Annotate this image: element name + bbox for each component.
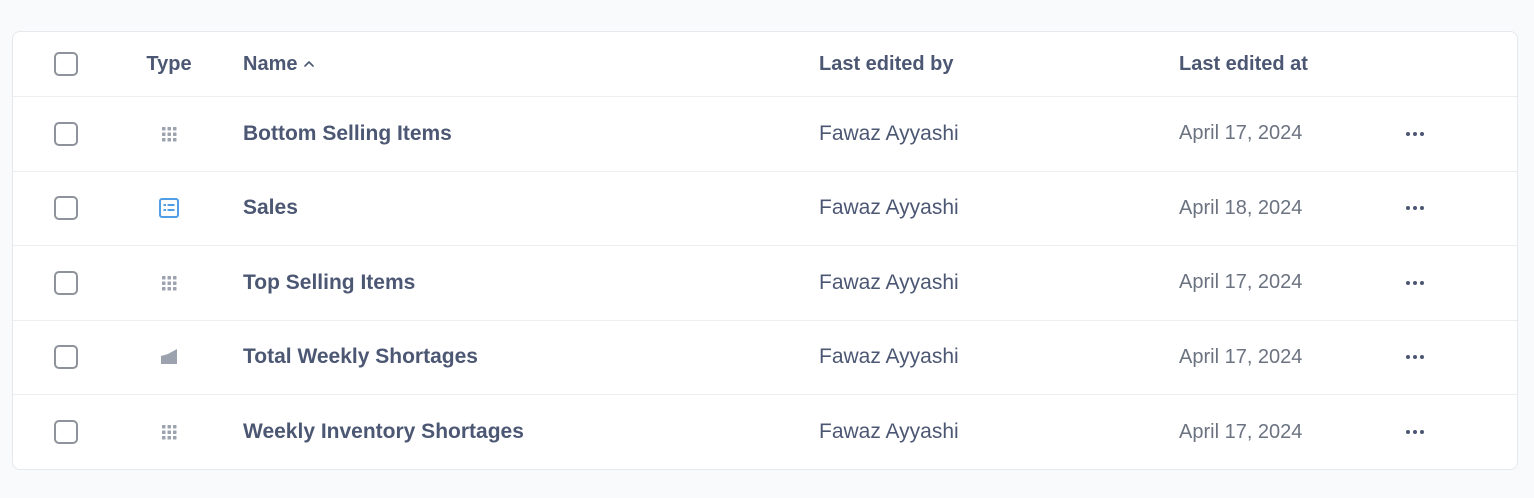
table-row[interactable]: Weekly Inventory Shortages Fawaz Ayyashi… — [13, 395, 1517, 469]
select-all-checkbox[interactable] — [54, 52, 78, 76]
row-checkbox[interactable] — [54, 196, 78, 221]
column-header-type[interactable]: Type — [146, 53, 191, 76]
item-name[interactable]: Sales — [243, 196, 298, 220]
ellipsis-icon — [1406, 355, 1424, 360]
last-edited-at: April 17, 2024 — [1179, 345, 1303, 368]
row-checkbox[interactable] — [54, 420, 78, 445]
grid-icon — [160, 423, 178, 441]
last-edited-by: Fawaz Ayyashi — [819, 420, 959, 444]
table-row[interactable]: Sales Fawaz Ayyashi April 18, 2024 — [13, 172, 1517, 246]
table-header: Type Name Last edited by Last edited at — [13, 32, 1517, 97]
item-name[interactable]: Top Selling Items — [243, 271, 415, 295]
last-edited-by: Fawaz Ayyashi — [819, 345, 959, 369]
row-checkbox[interactable] — [54, 121, 78, 146]
last-edited-at: April 17, 2024 — [1179, 420, 1303, 443]
item-name[interactable]: Total Weekly Shortages — [243, 345, 478, 369]
last-edited-by: Fawaz Ayyashi — [819, 270, 959, 294]
ellipsis-icon — [1406, 280, 1424, 285]
table-row[interactable]: Top Selling Items Fawaz Ayyashi April 17… — [13, 246, 1517, 321]
area-chart-icon — [160, 348, 178, 366]
sort-ascending-icon — [304, 61, 315, 67]
ellipsis-icon — [1406, 131, 1424, 136]
more-options-button[interactable] — [1401, 422, 1429, 442]
model-icon — [158, 197, 180, 219]
column-header-name[interactable]: Name — [243, 53, 315, 76]
more-options-button[interactable] — [1401, 347, 1429, 367]
more-options-button[interactable] — [1401, 124, 1429, 144]
last-edited-by: Fawaz Ayyashi — [819, 196, 959, 220]
last-edited-by: Fawaz Ayyashi — [819, 121, 959, 145]
ellipsis-icon — [1406, 206, 1424, 211]
last-edited-at: April 18, 2024 — [1179, 196, 1303, 219]
column-header-last-edited-by[interactable]: Last edited by — [819, 53, 953, 76]
item-name[interactable]: Bottom Selling Items — [243, 122, 452, 146]
more-options-button[interactable] — [1401, 273, 1429, 293]
item-name[interactable]: Weekly Inventory Shortages — [243, 420, 524, 444]
column-header-last-edited-at[interactable]: Last edited at — [1179, 53, 1308, 76]
row-checkbox[interactable] — [54, 270, 78, 295]
column-header-name-label: Name — [243, 52, 298, 75]
last-edited-at: April 17, 2024 — [1179, 271, 1303, 294]
last-edited-at: April 17, 2024 — [1179, 122, 1303, 145]
grid-icon — [160, 125, 178, 143]
more-options-button[interactable] — [1401, 198, 1429, 218]
ellipsis-icon — [1406, 430, 1424, 435]
items-table: Type Name Last edited by Last edited at … — [12, 31, 1518, 470]
table-row[interactable]: Total Weekly Shortages Fawaz Ayyashi Apr… — [13, 321, 1517, 395]
table-row[interactable]: Bottom Selling Items Fawaz Ayyashi April… — [13, 97, 1517, 172]
grid-icon — [160, 274, 178, 292]
row-checkbox[interactable] — [54, 345, 78, 370]
